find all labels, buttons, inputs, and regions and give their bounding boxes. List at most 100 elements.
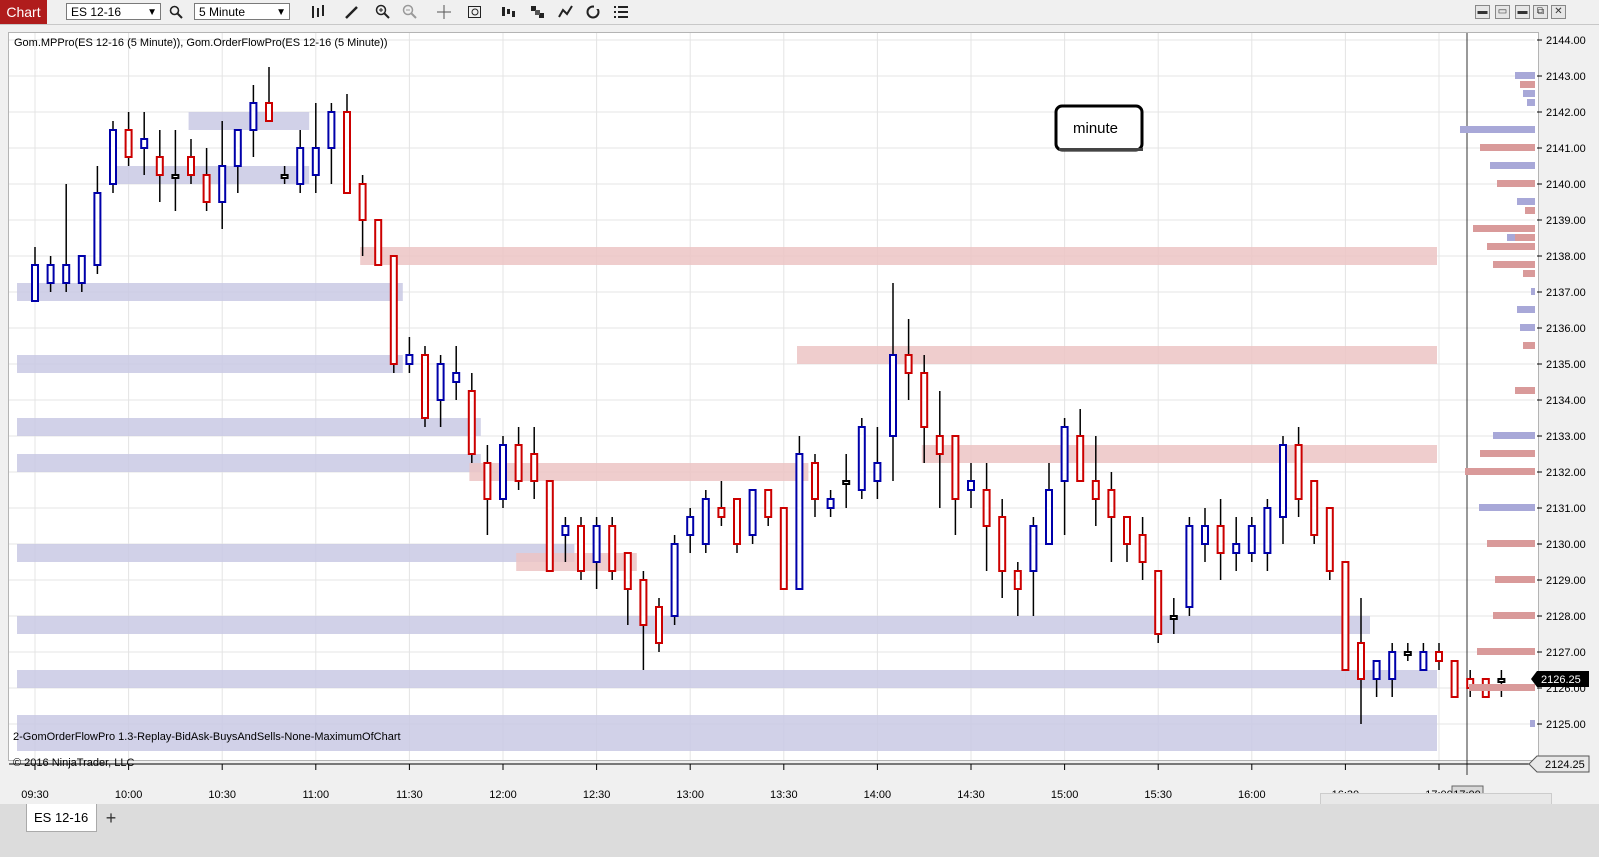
- buy-zone: [17, 355, 403, 373]
- low-price-label: 2124.25: [1545, 759, 1585, 771]
- price-tick-label: 2143.00: [1546, 71, 1586, 83]
- candle-body: [452, 372, 461, 383]
- candle-body: [889, 354, 897, 437]
- candle-body: [187, 156, 195, 176]
- price-tick-label: 2127.00: [1546, 647, 1586, 659]
- price-tick-label: 2130.00: [1546, 539, 1586, 551]
- candle-body: [951, 435, 960, 500]
- candle-body: [998, 516, 1007, 572]
- profile-sell-bar: [1480, 144, 1535, 151]
- candle-body: [280, 174, 289, 179]
- profile-sell-bar: [1525, 207, 1535, 214]
- time-tick-label: 13:00: [676, 789, 704, 801]
- candle-body: [1497, 678, 1506, 683]
- tab-es-12-16[interactable]: ES 12-16: [26, 804, 97, 832]
- candle-body: [1154, 570, 1163, 635]
- time-axis: 09:30 10:00 10:30 11:00 11:30 12:00 12:30 13:00…: [21, 764, 1484, 804]
- candle-body: [733, 498, 741, 545]
- profile-sell-bar: [1523, 342, 1535, 349]
- candle-body: [155, 156, 164, 176]
- profile-sell-bar: [1515, 387, 1535, 394]
- candle-body: [124, 129, 133, 158]
- candle-body: [140, 138, 149, 149]
- candle-body: [436, 363, 445, 401]
- candle-body: [514, 444, 523, 482]
- copyright-label: © 2016 NinjaTrader, LLC: [13, 757, 134, 769]
- price-chart[interactable]: 2144.00 2143.00 2142.00 2141.00 2140.00 2139.…: [0, 0, 1599, 804]
- profile-sell-bar: [1493, 612, 1535, 619]
- time-tick-label: 10:00: [115, 789, 143, 801]
- time-tick-label: 11:30: [396, 789, 423, 801]
- orderflow-config-label: 2-GomOrderFlowPro 1.3-Replay-BidAsk-Buys…: [13, 731, 401, 743]
- candle-body: [545, 480, 554, 572]
- candle-body: [686, 516, 695, 536]
- candle-body: [1045, 489, 1053, 545]
- buy-zone: [17, 670, 1437, 688]
- candle-body: [561, 525, 570, 536]
- candle-body: [31, 264, 39, 302]
- time-tick-label: 12:00: [489, 789, 517, 801]
- candle-body: [779, 507, 788, 590]
- candle-body: [1060, 426, 1069, 482]
- price-tick-label: 2128.00: [1546, 611, 1586, 623]
- time-tick-label: 10:30: [208, 789, 236, 801]
- profile-sell-bar: [1465, 468, 1535, 475]
- candle-body: [249, 102, 258, 131]
- profile-buy-bar: [1479, 504, 1535, 511]
- profile-buy-bar: [1531, 288, 1535, 295]
- profile-sell-bar: [1480, 450, 1535, 457]
- price-tick-label: 2137.00: [1546, 287, 1586, 299]
- tab-bar: [0, 804, 1599, 857]
- profile-buy-bar: [1520, 324, 1535, 331]
- time-tick-label: 09:30: [21, 789, 49, 801]
- candle-body: [1310, 480, 1319, 536]
- candle-body: [639, 579, 648, 626]
- candle-body: [77, 255, 86, 284]
- candle-body: [1076, 435, 1085, 482]
- profile-buy-bar: [1460, 126, 1535, 133]
- candle-body: [1294, 444, 1303, 500]
- profile-buy-bar: [1490, 162, 1535, 169]
- candle-body: [701, 498, 710, 545]
- candle-body: [1279, 444, 1287, 518]
- time-tick-label: 13:30: [770, 789, 798, 801]
- price-tick-label: 2140.00: [1546, 179, 1586, 191]
- candle-body: [1325, 507, 1334, 572]
- candle-body: [795, 453, 804, 590]
- candle-body: [842, 480, 851, 485]
- price-axis: 2144.00 2143.00 2142.00 2141.00 2140.00 2139.…: [1528, 35, 1590, 773]
- candle-body: [171, 174, 180, 179]
- candle-body: [826, 498, 835, 509]
- candle-body: [1216, 525, 1225, 554]
- price-tick-label: 2131.00: [1546, 503, 1586, 515]
- candle-body: [748, 489, 757, 536]
- candle-body: [1201, 525, 1209, 545]
- add-tab-button[interactable]: +: [100, 806, 122, 830]
- candle-body: [530, 453, 539, 482]
- candle-body: [1263, 507, 1272, 554]
- candle-body: [1450, 660, 1459, 698]
- candle-body: [202, 174, 211, 203]
- candle-body: [577, 525, 585, 572]
- annotation-text: minute: [1073, 120, 1118, 137]
- candle-body: [1232, 543, 1241, 554]
- profile-sell-bar: [1523, 270, 1535, 277]
- candle-body: [421, 354, 429, 419]
- candle-body: [233, 129, 242, 167]
- profile-buy-bar: [1515, 72, 1535, 79]
- buy-zone: [17, 544, 575, 562]
- profile-sell-bar: [1473, 225, 1535, 232]
- minute-annotation[interactable]: minute: [1054, 104, 1144, 152]
- candle-body: [374, 219, 383, 266]
- price-tick-label: 2132.00: [1546, 467, 1586, 479]
- candle-body: [1138, 534, 1147, 563]
- candle-body: [982, 489, 991, 527]
- last-price-label: 2126.25: [1541, 674, 1581, 686]
- candle-body: [265, 102, 273, 122]
- candle-body: [1435, 651, 1443, 662]
- sell-zone: [921, 445, 1437, 463]
- candle-body: [670, 543, 679, 617]
- profile-buy-bar: [1517, 198, 1535, 205]
- candle-body: [592, 525, 601, 563]
- candle-body: [764, 489, 773, 518]
